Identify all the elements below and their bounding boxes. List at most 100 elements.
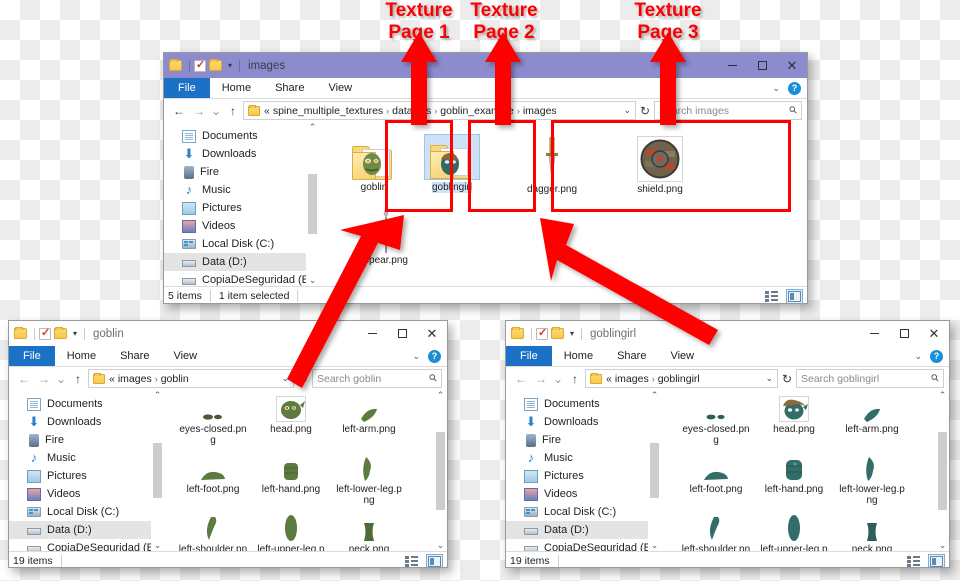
list-item[interactable]: left-arm.png [334, 396, 404, 446]
tab-home[interactable]: Home [210, 78, 263, 98]
new-folder-icon[interactable] [209, 59, 222, 71]
tab-share[interactable]: Share [605, 346, 658, 366]
tab-view[interactable]: View [316, 78, 364, 98]
recent-locations-button[interactable]: ⌄ [54, 372, 68, 386]
list-item[interactable]: neck.png [837, 516, 907, 551]
navigation-pane-goblingirl[interactable]: Documents ⬇ Downloads Fire ♪ Music Picture… [506, 390, 661, 551]
navigation-pane-goblin[interactable]: Documents ⬇ Downloads Fire ♪ Music Picture… [9, 390, 164, 551]
sidebar-item-local-disk-c[interactable]: Local Disk (C:) [9, 503, 164, 521]
sidebar-item-local-disk-c[interactable]: Local Disk (C:) [506, 503, 661, 521]
sidebar-item-videos[interactable]: Videos [9, 485, 164, 503]
search-input[interactable]: Search goblingirl ⚲ [796, 369, 944, 388]
sidebar-item-data-d[interactable]: Data (D:) [9, 521, 164, 539]
refresh-button[interactable]: ↻ [294, 372, 312, 386]
explorer-window-goblin[interactable]: ▾ goblin ✕ File Home Share View ⌄ ? ← → … [8, 320, 448, 568]
sidebar-item-copiadeseguridad-e[interactable]: CopiaDeSeguridad (E:) [9, 539, 164, 551]
chevron-down-icon[interactable]: ▾ [228, 61, 232, 70]
search-input[interactable]: Search goblin ⚲ [312, 369, 442, 388]
forward-button[interactable]: → [34, 372, 54, 386]
back-button[interactable]: ← [14, 372, 34, 386]
list-item[interactable]: head.png [256, 396, 326, 446]
chevron-down-icon[interactable]: ⌄ [772, 83, 780, 94]
maximize-button[interactable] [747, 53, 777, 78]
scroll-down-icon[interactable]: ⌄ [154, 540, 162, 551]
breadcrumb[interactable]: « images › goblin [109, 373, 189, 385]
list-item[interactable]: left-hand.png [759, 456, 829, 506]
list-item[interactable]: left-hand.png [256, 456, 326, 506]
scroll-up-icon[interactable]: ⌃ [651, 390, 659, 401]
titlebar-goblin[interactable]: ▾ goblin ✕ [9, 321, 447, 346]
tab-share[interactable]: Share [108, 346, 161, 366]
tab-view[interactable]: View [161, 346, 209, 366]
close-button[interactable]: ✕ [417, 321, 447, 346]
sidebar-item-fire[interactable]: Fire [506, 431, 661, 449]
sidebar-item-music[interactable]: ♪ Music [164, 181, 319, 199]
scroll-down-icon[interactable]: ⌄ [939, 540, 947, 551]
search-icon[interactable]: ⚲ [929, 372, 942, 385]
list-item[interactable]: spear.png [343, 205, 429, 266]
address-input[interactable]: « images › goblingirl ⌄ [585, 369, 778, 388]
chevron-down-icon[interactable]: ⌄ [412, 351, 420, 362]
sidebar-item-fire[interactable]: Fire [9, 431, 164, 449]
recent-locations-button[interactable]: ⌄ [209, 104, 223, 118]
titlebar-goblingirl[interactable]: ▾ goblingirl ✕ [506, 321, 949, 346]
help-icon[interactable]: ? [930, 349, 943, 363]
list-item[interactable]: eyes-closed.png [681, 396, 751, 446]
properties-icon[interactable] [194, 58, 206, 72]
sidebar-item-pictures[interactable]: Pictures [9, 467, 164, 485]
sidebar-item-documents[interactable]: Documents [506, 395, 661, 413]
search-icon[interactable]: ⚲ [787, 104, 800, 117]
minimize-button[interactable] [357, 321, 387, 346]
back-button[interactable]: ← [169, 104, 189, 118]
scrollbar-thumb[interactable] [308, 174, 317, 234]
maximize-button[interactable] [387, 321, 417, 346]
chevron-down-icon[interactable]: ⌄ [281, 373, 289, 384]
navigation-pane-images[interactable]: Documents ⬇ Downloads Fire ♪ Music Picture… [164, 122, 319, 286]
tab-home[interactable]: Home [552, 346, 605, 366]
properties-icon[interactable] [536, 326, 548, 340]
list-item[interactable]: left-shoulder.png [178, 516, 248, 551]
tab-view[interactable]: View [658, 346, 706, 366]
chevron-down-icon[interactable]: ▾ [570, 329, 574, 338]
sidebar-item-music[interactable]: ♪ Music [506, 449, 661, 467]
address-input[interactable]: « images › goblin ⌄ [88, 369, 294, 388]
forward-button[interactable]: → [531, 372, 551, 386]
list-item[interactable]: left-lower-leg.png [334, 456, 404, 506]
navigation-scrollbar[interactable]: ⌃ ⌄ [648, 390, 661, 551]
navigation-scrollbar[interactable]: ⌃ ⌄ [151, 390, 164, 551]
list-item[interactable]: left-upper-leg.png [759, 515, 829, 551]
scroll-up-icon[interactable]: ⌃ [437, 390, 445, 401]
list-item[interactable]: left-foot.png [681, 456, 751, 506]
file-list-scrollbar[interactable]: ⌃ ⌄ [434, 390, 447, 551]
sidebar-item-data-d[interactable]: Data (D:) [506, 521, 661, 539]
chevron-down-icon[interactable]: ⌄ [623, 105, 631, 116]
recent-locations-button[interactable]: ⌄ [551, 372, 565, 386]
scrollbar-thumb[interactable] [650, 443, 659, 498]
minimize-button[interactable] [717, 53, 747, 78]
scrollbar-thumb[interactable] [938, 431, 947, 510]
breadcrumb[interactable]: « spine_multiple_textures › datafiles › … [264, 105, 557, 117]
sidebar-item-videos[interactable]: Videos [506, 485, 661, 503]
scroll-up-icon[interactable]: ⌃ [939, 390, 947, 401]
sidebar-item-local-disk-c[interactable]: Local Disk (C:) [164, 235, 319, 253]
sidebar-item-downloads[interactable]: ⬇ Downloads [9, 413, 164, 431]
scrollbar-thumb[interactable] [436, 431, 445, 510]
sidebar-item-videos[interactable]: Videos [164, 217, 319, 235]
scroll-up-icon[interactable]: ⌃ [154, 390, 162, 401]
breadcrumb-item-0[interactable]: images [615, 373, 649, 385]
breadcrumb-item-3[interactable]: images [523, 105, 557, 117]
tab-file[interactable]: File [9, 346, 55, 366]
list-item[interactable]: dagger.png [509, 134, 595, 195]
tab-share[interactable]: Share [263, 78, 316, 98]
breadcrumb-item-1[interactable]: goblingirl [658, 373, 700, 385]
breadcrumb-item-0[interactable]: spine_multiple_textures [273, 105, 383, 117]
new-folder-icon[interactable] [551, 327, 564, 339]
sidebar-item-data-d[interactable]: Data (D:) [164, 253, 319, 271]
chevron-down-icon[interactable]: ⌄ [765, 373, 773, 384]
file-list-goblin[interactable]: eyes-closed.png head.png left-arm.png le… [164, 390, 447, 551]
close-button[interactable]: ✕ [777, 53, 807, 78]
list-item[interactable]: shield.png [617, 134, 703, 195]
explorer-window-goblingirl[interactable]: ▾ goblingirl ✕ File Home Share View ⌄ ? … [505, 320, 950, 568]
sidebar-item-downloads[interactable]: ⬇ Downloads [164, 145, 319, 163]
scroll-down-icon[interactable]: ⌄ [309, 275, 317, 286]
